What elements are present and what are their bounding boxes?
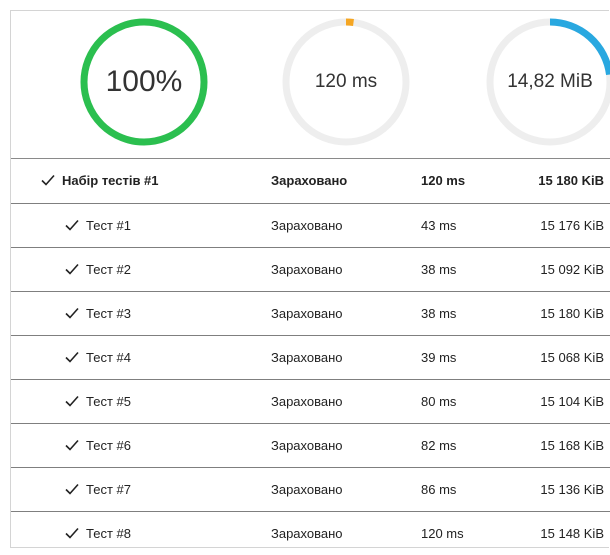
test-time: 38 ms [421,262,457,277]
test-row[interactable]: Тест #7 Зараховано 86 ms 15 136 KiB [11,468,610,512]
test-memory: 15 092 KiB [540,262,604,277]
test-row[interactable]: Тест #4 Зараховано 39 ms 15 068 KiB [11,336,610,380]
group-status: Зараховано [271,173,348,188]
test-row[interactable]: Тест #5 Зараховано 80 ms 15 104 KiB [11,380,610,424]
test-name: Тест #3 [86,306,131,321]
test-status: Зараховано [271,394,343,409]
test-time: 38 ms [421,306,457,321]
check-icon [65,395,79,407]
test-status: Зараховано [271,306,343,321]
memory-gauge: 14,82 MiB [485,17,610,147]
check-icon [65,307,79,319]
test-name: Тест #1 [86,218,131,233]
score-gauge: 100% [79,17,209,147]
test-status: Зараховано [271,218,343,233]
test-name: Тест #5 [86,394,131,409]
check-icon [41,174,55,186]
test-status: Зараховано [271,262,343,277]
check-icon [65,263,79,275]
check-icon [65,351,79,363]
check-icon [65,219,79,231]
test-name: Тест #4 [86,350,131,365]
test-row[interactable]: Тест #6 Зараховано 82 ms 15 168 KiB [11,424,610,468]
group-name: Набір тестів #1 [62,173,159,188]
group-memory: 15 180 KiB [538,173,604,188]
memory-value: 14,82 MiB [507,71,593,92]
test-memory: 15 180 KiB [540,306,604,321]
check-icon [65,483,79,495]
test-memory: 15 176 KiB [540,218,604,233]
test-group-row[interactable]: Набір тестів #1 Зараховано 120 ms 15 180… [11,159,610,204]
test-row[interactable]: Тест #1 Зараховано 43 ms 15 176 KiB [11,204,610,248]
test-status: Зараховано [271,350,343,365]
test-name: Тест #7 [86,482,131,497]
test-time: 82 ms [421,438,457,453]
group-time: 120 ms [421,173,466,188]
time-value: 120 ms [314,71,378,92]
test-memory: 15 148 KiB [540,526,604,541]
test-name: Тест #6 [86,438,131,453]
test-row[interactable]: Тест #2 Зараховано 38 ms 15 092 KiB [11,248,610,292]
test-memory: 15 168 KiB [540,438,604,453]
test-time: 39 ms [421,350,457,365]
results-table: Набір тестів #1 Зараховано 120 ms 15 180… [11,158,610,555]
test-status: Зараховано [271,526,343,541]
test-memory: 15 068 KiB [540,350,604,365]
test-memory: 15 104 KiB [540,394,604,409]
check-icon [65,439,79,451]
test-row[interactable]: Тест #3 Зараховано 38 ms 15 180 KiB [11,292,610,336]
test-time: 43 ms [421,218,457,233]
check-icon [65,527,79,539]
test-time: 80 ms [421,394,457,409]
summary-gauges: 100% 120 ms 14,82 MiB [11,11,610,158]
results-panel: 100% 120 ms 14,82 MiB Набір тестів #1 За… [10,10,610,548]
score-value: 100% [105,65,183,98]
test-status: Зараховано [271,438,343,453]
test-name: Тест #2 [86,262,131,277]
test-memory: 15 136 KiB [540,482,604,497]
time-gauge: 120 ms [281,17,411,147]
test-name: Тест #8 [86,526,131,541]
test-time: 120 ms [421,526,464,541]
test-time: 86 ms [421,482,457,497]
test-status: Зараховано [271,482,343,497]
